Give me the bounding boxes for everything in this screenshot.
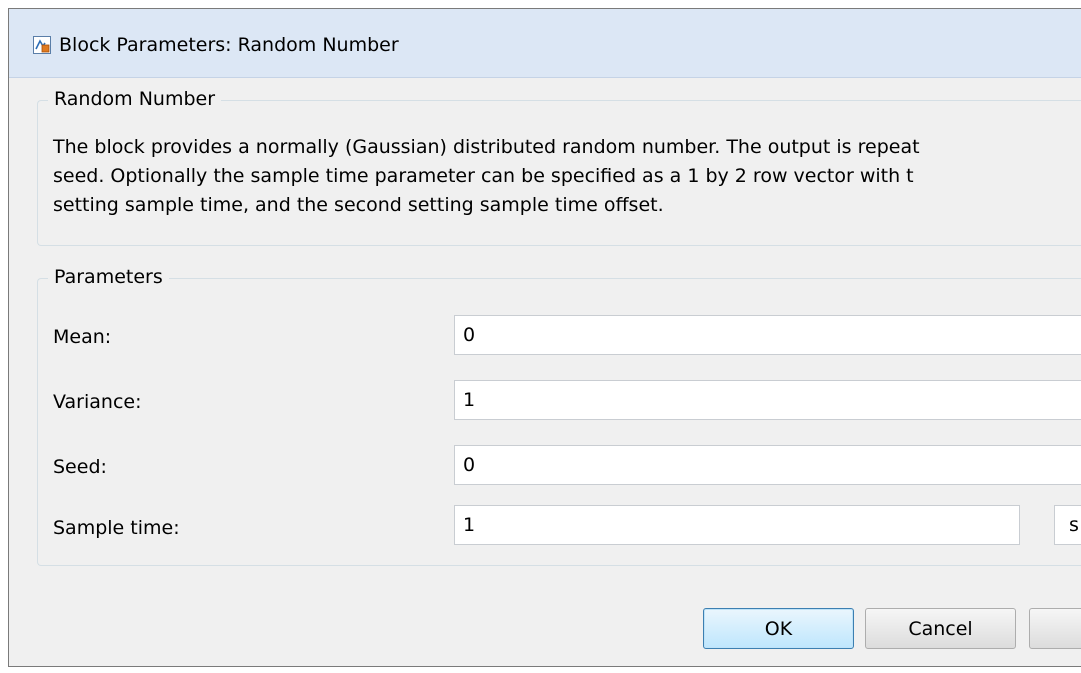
ok-button[interactable]: OK [703, 608, 854, 649]
variance-input[interactable] [454, 380, 1081, 420]
sample-time-unit-select[interactable]: s [1054, 505, 1081, 545]
description-line: setting sample time, and the second sett… [53, 194, 664, 216]
seed-label: Seed: [53, 456, 107, 478]
mean-input[interactable] [454, 315, 1081, 355]
description-group: Random Number The block provides a norma… [37, 88, 1081, 246]
description-text: The block provides a normally (Gaussian)… [53, 133, 1081, 220]
simulink-block-icon [33, 36, 51, 54]
variance-label: Variance: [53, 391, 142, 413]
mean-label: Mean: [53, 326, 112, 348]
description-legend: Random Number [48, 88, 222, 110]
sample-time-label: Sample time: [53, 517, 180, 539]
title-bar[interactable]: Block Parameters: Random Number [9, 9, 1081, 78]
sample-time-input[interactable] [454, 505, 1020, 545]
block-parameters-dialog: Block Parameters: Random Number Random N… [8, 8, 1081, 667]
parameters-group: Parameters Mean: Variance: Seed: Sample … [37, 266, 1081, 566]
help-button[interactable]: H [1029, 608, 1081, 649]
window-title: Block Parameters: Random Number [59, 34, 399, 56]
parameters-legend: Parameters [48, 266, 169, 288]
description-line: seed. Optionally the sample time paramet… [53, 165, 914, 187]
seed-input[interactable] [454, 445, 1081, 485]
description-line: The block provides a normally (Gaussian)… [53, 136, 920, 158]
cancel-button[interactable]: Cancel [865, 608, 1016, 649]
